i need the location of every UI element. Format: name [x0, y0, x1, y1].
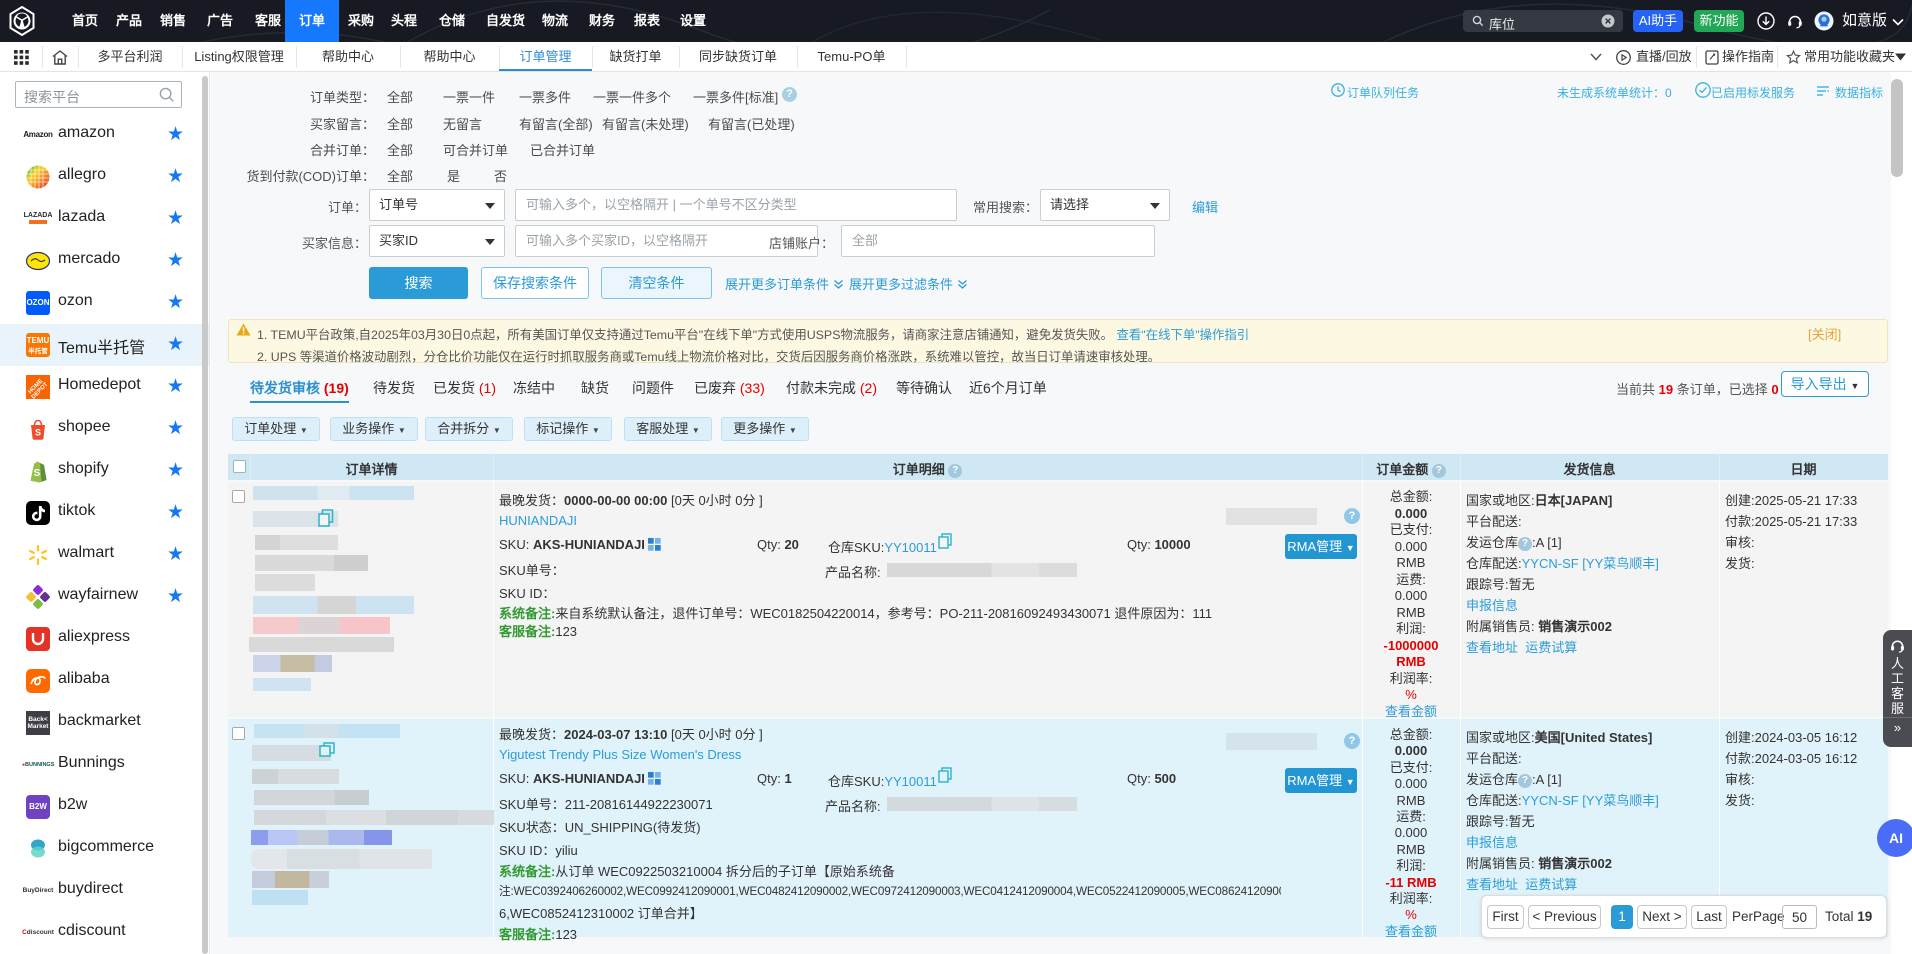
- svg-text:S: S: [35, 428, 41, 438]
- svg-text:S: S: [34, 468, 41, 479]
